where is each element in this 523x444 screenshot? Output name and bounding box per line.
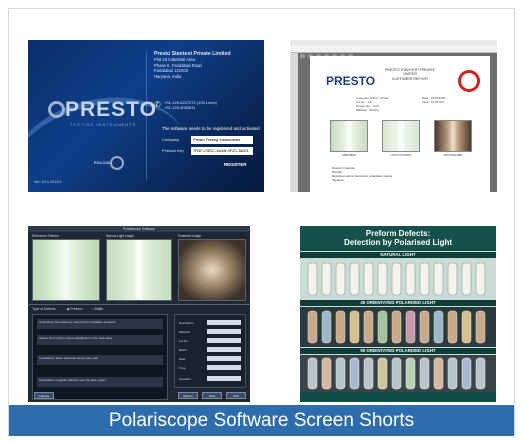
company-input[interactable]: Presto Testing Instruments: [191, 136, 253, 144]
time-field[interactable]: [207, 365, 241, 370]
meta-line: Material : Testing: [356, 108, 379, 112]
save-button[interactable]: Save: [202, 392, 222, 399]
crystallized-image: [434, 120, 472, 152]
light-control-image: [382, 120, 420, 152]
list-item[interactable]: Orientation: Irregular patterns near the…: [37, 377, 163, 387]
radio-bottle[interactable]: ○ Bottle: [91, 307, 103, 311]
form-label: Description: [179, 321, 195, 325]
operator-field[interactable]: [207, 376, 241, 381]
polcom-logo-icon: [110, 156, 124, 170]
report-title-line: CUSTOMER REPORT: [391, 76, 429, 81]
address-line: Haryana, India: [154, 73, 182, 79]
logo-ring-icon: [48, 101, 65, 118]
form-label: Operator: [179, 377, 191, 381]
polarised-image-pane[interactable]: [178, 239, 246, 301]
pane-heading: Polarised Image: [178, 234, 202, 238]
polcom-logo-icon: [458, 70, 480, 92]
print-icon[interactable]: [300, 54, 305, 58]
form-label: Batch: [179, 348, 187, 352]
viewer-toolbar: [290, 45, 497, 58]
lot-field[interactable]: [207, 338, 241, 343]
specimen-image: [330, 120, 368, 152]
report-title: PRESTO STANTEST PRIVATE LIMITED CUSTOMER…: [380, 68, 440, 81]
register-button[interactable]: REGISTER: [224, 162, 246, 167]
description-field[interactable]: [207, 320, 241, 325]
reference-image-pane[interactable]: [32, 239, 100, 301]
registration-message: The software needs to be registered and …: [162, 126, 260, 131]
preform-row-90: [300, 355, 496, 392]
details-form: Description Material Lot No. Batch Date …: [174, 314, 246, 388]
note-line: Signature: [332, 178, 344, 182]
report-button[interactable]: Report: [178, 392, 198, 399]
capture-button[interactable]: Capture: [34, 392, 54, 399]
version-text: Ver. 10.1.2013.1: [34, 180, 62, 184]
phone-icon: ✆: [154, 100, 161, 109]
app-window-title: Polariscope Software: [28, 226, 250, 232]
polariscope-app-screenshot: Polariscope Software Reference Preform N…: [28, 226, 250, 402]
poster-header: Preform Defects: Detection by Polarised …: [300, 226, 496, 251]
product-key-label: Product Key: [162, 148, 184, 153]
list-item[interactable]: Crystallinity: Haze observed along body …: [37, 355, 163, 365]
decorative-swoosh: [28, 78, 201, 192]
pdf-report-screenshot: PRESTO PRESTO STANTEST PRIVATE LIMITED C…: [290, 40, 497, 192]
phone-line: +91-129-4002611: [164, 105, 196, 111]
image-caption: CRYSTALLIZED: [443, 154, 463, 157]
panel-separator: [28, 304, 250, 305]
registration-screenshot: PRESTO TESTING INSTRUMENTS Presto Stante…: [28, 40, 264, 192]
company-address: Presto Stantest Private Limited Plot 23 …: [154, 51, 231, 79]
list-item[interactable]: Stretching: Inconsistency observed in cr…: [37, 319, 163, 329]
batch-field[interactable]: [207, 347, 241, 352]
natural-light-pane[interactable]: [106, 239, 172, 301]
defects-list[interactable]: Stretching: Inconsistency observed in cr…: [32, 314, 168, 400]
phone-numbers: +91-129-4227272 (100 Lines) +91-129-4002…: [164, 100, 217, 111]
options-label: Type of Defects: [32, 307, 56, 311]
preform-row-natural: [307, 262, 486, 296]
meta-line: Time : 11:25 AM: [422, 100, 444, 104]
report-title-line: PRESTO STANTEST PRIVATE LIMITED: [385, 68, 435, 77]
report-notes: Defects in Sample Remark: Defective pref…: [332, 166, 392, 182]
company-label: Company: [162, 137, 180, 142]
preform-row-45: [300, 307, 496, 347]
form-label: Date: [179, 357, 186, 361]
poster-legend: [300, 392, 496, 402]
splash-divider: [146, 52, 147, 180]
poster-subtitle: Detection by Polarised Light: [343, 238, 452, 247]
form-label: Material: [179, 330, 190, 334]
date-field[interactable]: [207, 356, 241, 361]
viewer-side-pane[interactable]: [290, 53, 298, 192]
list-item[interactable]: Stress: Non uniform stress distribution …: [37, 335, 163, 345]
report-meta-left: Customer Name : Presto Lot No. : 22 Desi…: [356, 96, 389, 112]
natural-light-band: NATURAL LIGHT: [300, 252, 496, 258]
polcom-label: POLCOM: [94, 160, 112, 165]
material-field[interactable]: [207, 329, 241, 334]
radio-preform[interactable]: ◉ Preform: [67, 307, 83, 311]
logo-tagline: TESTING INSTRUMENTS: [70, 122, 137, 127]
presto-logo: PRESTO: [48, 98, 157, 122]
pane-heading: Natural Light Image: [106, 234, 134, 238]
poster-title: Preform Defects:: [365, 229, 431, 238]
form-label: Time: [179, 366, 186, 370]
report-logo: PRESTO: [326, 74, 376, 88]
polarised-45-band: 45 ORIENTATED POLARISED LIGHT: [300, 300, 496, 306]
exit-button[interactable]: Exit: [226, 392, 246, 399]
image-caption: SPECIMEN: [342, 154, 356, 157]
form-label: Lot No.: [179, 339, 189, 343]
report-page: PRESTO PRESTO STANTEST PRIVATE LIMITED C…: [310, 56, 490, 192]
slide-caption: Polariscope Software Screen Shorts: [9, 405, 514, 436]
pane-heading: Reference Preform: [32, 234, 59, 238]
image-caption: LIGHT CONTROL: [390, 154, 412, 157]
defects-poster-image: Preform Defects: Detection by Polarised …: [300, 226, 496, 402]
polarised-90-band: 90 ORIENTATED POLARISED LIGHT: [300, 348, 496, 354]
defect-type-options: Type of Defects ◉ Preform ○ Bottle: [32, 307, 103, 311]
product-key-input[interactable]: 7R4F-C9DC-4A4B-9F2C-5AE3: [191, 147, 253, 155]
report-meta-right: Date : 07/10/2013 Time : 11:25 AM: [422, 96, 446, 104]
